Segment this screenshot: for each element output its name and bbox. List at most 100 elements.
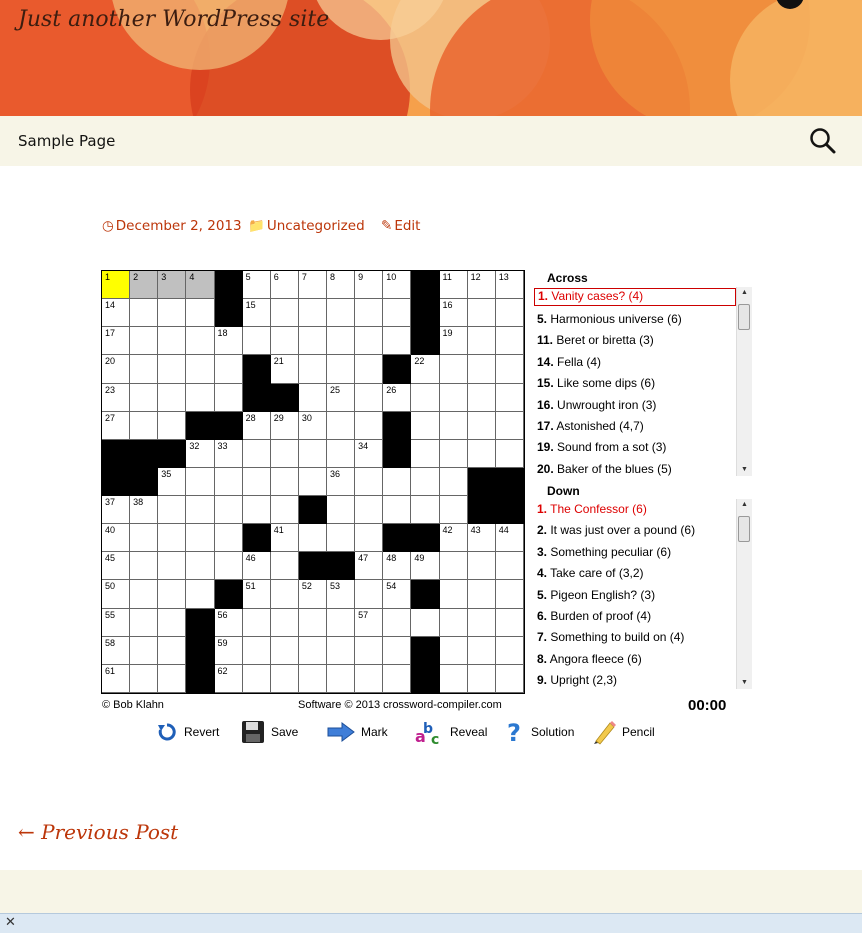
grid-cell[interactable] — [130, 383, 159, 412]
grid-cell[interactable]: 44 — [495, 524, 524, 553]
grid-cell[interactable] — [495, 580, 524, 609]
grid-cell[interactable] — [214, 524, 243, 553]
grid-cell[interactable]: 50 — [102, 580, 131, 609]
grid-cell[interactable] — [327, 299, 356, 328]
mark-button[interactable]: Mark — [327, 718, 388, 746]
grid-cell[interactable] — [327, 524, 356, 553]
grid-cell[interactable] — [467, 664, 496, 693]
grid-cell[interactable] — [270, 327, 299, 356]
scroll-down-arrow-icon[interactable]: ▼ — [737, 464, 752, 476]
grid-cell[interactable] — [214, 383, 243, 412]
grid-cell[interactable] — [242, 664, 271, 693]
grid-cell[interactable] — [186, 580, 215, 609]
grid-cell[interactable] — [158, 496, 187, 525]
grid-cell[interactable] — [495, 327, 524, 356]
grid-cell[interactable] — [355, 327, 384, 356]
grid-cell[interactable]: 32 — [186, 439, 215, 468]
grid-cell[interactable]: 18 — [214, 327, 243, 356]
save-button[interactable]: Save — [241, 718, 298, 746]
reveal-button[interactable]: a b c Reveal — [414, 718, 487, 746]
grid-cell[interactable] — [355, 467, 384, 496]
grid-cell[interactable]: 48 — [383, 552, 412, 581]
grid-cell[interactable] — [327, 327, 356, 356]
down-scrollbar[interactable]: ▲ ▼ — [736, 499, 752, 689]
grid-cell[interactable] — [158, 327, 187, 356]
grid-cell[interactable]: 62 — [214, 664, 243, 693]
solution-button[interactable]: ? Solution — [505, 718, 574, 746]
grid-cell[interactable]: 59 — [214, 636, 243, 665]
grid-cell[interactable] — [467, 327, 496, 356]
grid-cell[interactable]: 56 — [214, 608, 243, 637]
grid-cell[interactable] — [439, 636, 468, 665]
grid-cell[interactable]: 49 — [411, 552, 440, 581]
scroll-up-arrow-icon[interactable]: ▲ — [737, 499, 752, 511]
grid-cell[interactable] — [383, 327, 412, 356]
clue-item[interactable]: 7. Something to build on (4) — [534, 627, 736, 648]
scroll-down-arrow-icon[interactable]: ▼ — [737, 677, 752, 689]
grid-cell[interactable] — [130, 411, 159, 440]
grid-cell[interactable] — [439, 496, 468, 525]
grid-cell[interactable] — [270, 552, 299, 581]
search-icon[interactable] — [808, 126, 838, 156]
grid-cell[interactable] — [130, 552, 159, 581]
grid-cell[interactable] — [270, 664, 299, 693]
grid-cell[interactable] — [327, 411, 356, 440]
grid-cell[interactable] — [383, 608, 412, 637]
grid-cell[interactable] — [383, 664, 412, 693]
grid-cell[interactable] — [467, 355, 496, 384]
grid-cell[interactable]: 46 — [242, 552, 271, 581]
grid-cell[interactable]: 36 — [327, 467, 356, 496]
close-icon[interactable]: ✕ — [5, 914, 16, 930]
grid-cell[interactable]: 6 — [270, 271, 299, 300]
grid-cell[interactable] — [467, 299, 496, 328]
grid-cell[interactable]: 20 — [102, 355, 131, 384]
grid-cell[interactable] — [158, 608, 187, 637]
grid-cell[interactable]: 9 — [355, 271, 384, 300]
grid-cell[interactable] — [439, 552, 468, 581]
grid-cell[interactable]: 54 — [383, 580, 412, 609]
grid-cell[interactable] — [242, 467, 271, 496]
grid-cell[interactable] — [298, 636, 327, 665]
grid-cell[interactable] — [355, 664, 384, 693]
grid-cell[interactable] — [158, 552, 187, 581]
across-scrollbar[interactable]: ▲ ▼ — [736, 287, 752, 476]
grid-cell[interactable] — [495, 299, 524, 328]
grid-cell[interactable] — [327, 355, 356, 384]
grid-cell[interactable] — [270, 580, 299, 609]
grid-cell[interactable] — [439, 355, 468, 384]
nav-item-sample-page[interactable]: Sample Page — [18, 132, 115, 150]
grid-cell[interactable] — [158, 636, 187, 665]
grid-cell[interactable]: 34 — [355, 439, 384, 468]
grid-cell[interactable] — [214, 355, 243, 384]
grid-cell[interactable]: 10 — [383, 271, 412, 300]
grid-cell[interactable] — [355, 524, 384, 553]
clue-item[interactable]: 2. It was just over a pound (6) — [534, 520, 736, 541]
grid-cell[interactable]: 17 — [102, 327, 131, 356]
grid-cell[interactable] — [495, 608, 524, 637]
grid-cell[interactable] — [130, 580, 159, 609]
grid-cell[interactable]: 21 — [270, 355, 299, 384]
grid-cell[interactable]: 22 — [411, 355, 440, 384]
revert-button[interactable]: Revert — [156, 718, 219, 746]
grid-cell[interactable] — [439, 608, 468, 637]
grid-cell[interactable] — [298, 299, 327, 328]
scroll-thumb[interactable] — [738, 516, 750, 542]
grid-cell[interactable] — [355, 383, 384, 412]
grid-cell[interactable] — [214, 552, 243, 581]
clue-item[interactable]: 14. Fella (4) — [534, 352, 736, 373]
grid-cell[interactable] — [327, 439, 356, 468]
grid-cell[interactable] — [186, 524, 215, 553]
grid-cell[interactable] — [327, 496, 356, 525]
grid-cell[interactable] — [270, 299, 299, 328]
grid-cell[interactable] — [298, 467, 327, 496]
grid-cell[interactable] — [270, 636, 299, 665]
grid-cell[interactable] — [411, 439, 440, 468]
grid-cell[interactable] — [242, 496, 271, 525]
grid-cell[interactable]: 47 — [355, 552, 384, 581]
grid-cell[interactable] — [298, 355, 327, 384]
grid-cell[interactable] — [158, 580, 187, 609]
grid-cell[interactable]: 61 — [102, 664, 131, 693]
grid-cell[interactable] — [355, 496, 384, 525]
grid-cell[interactable] — [242, 439, 271, 468]
grid-cell[interactable] — [495, 439, 524, 468]
